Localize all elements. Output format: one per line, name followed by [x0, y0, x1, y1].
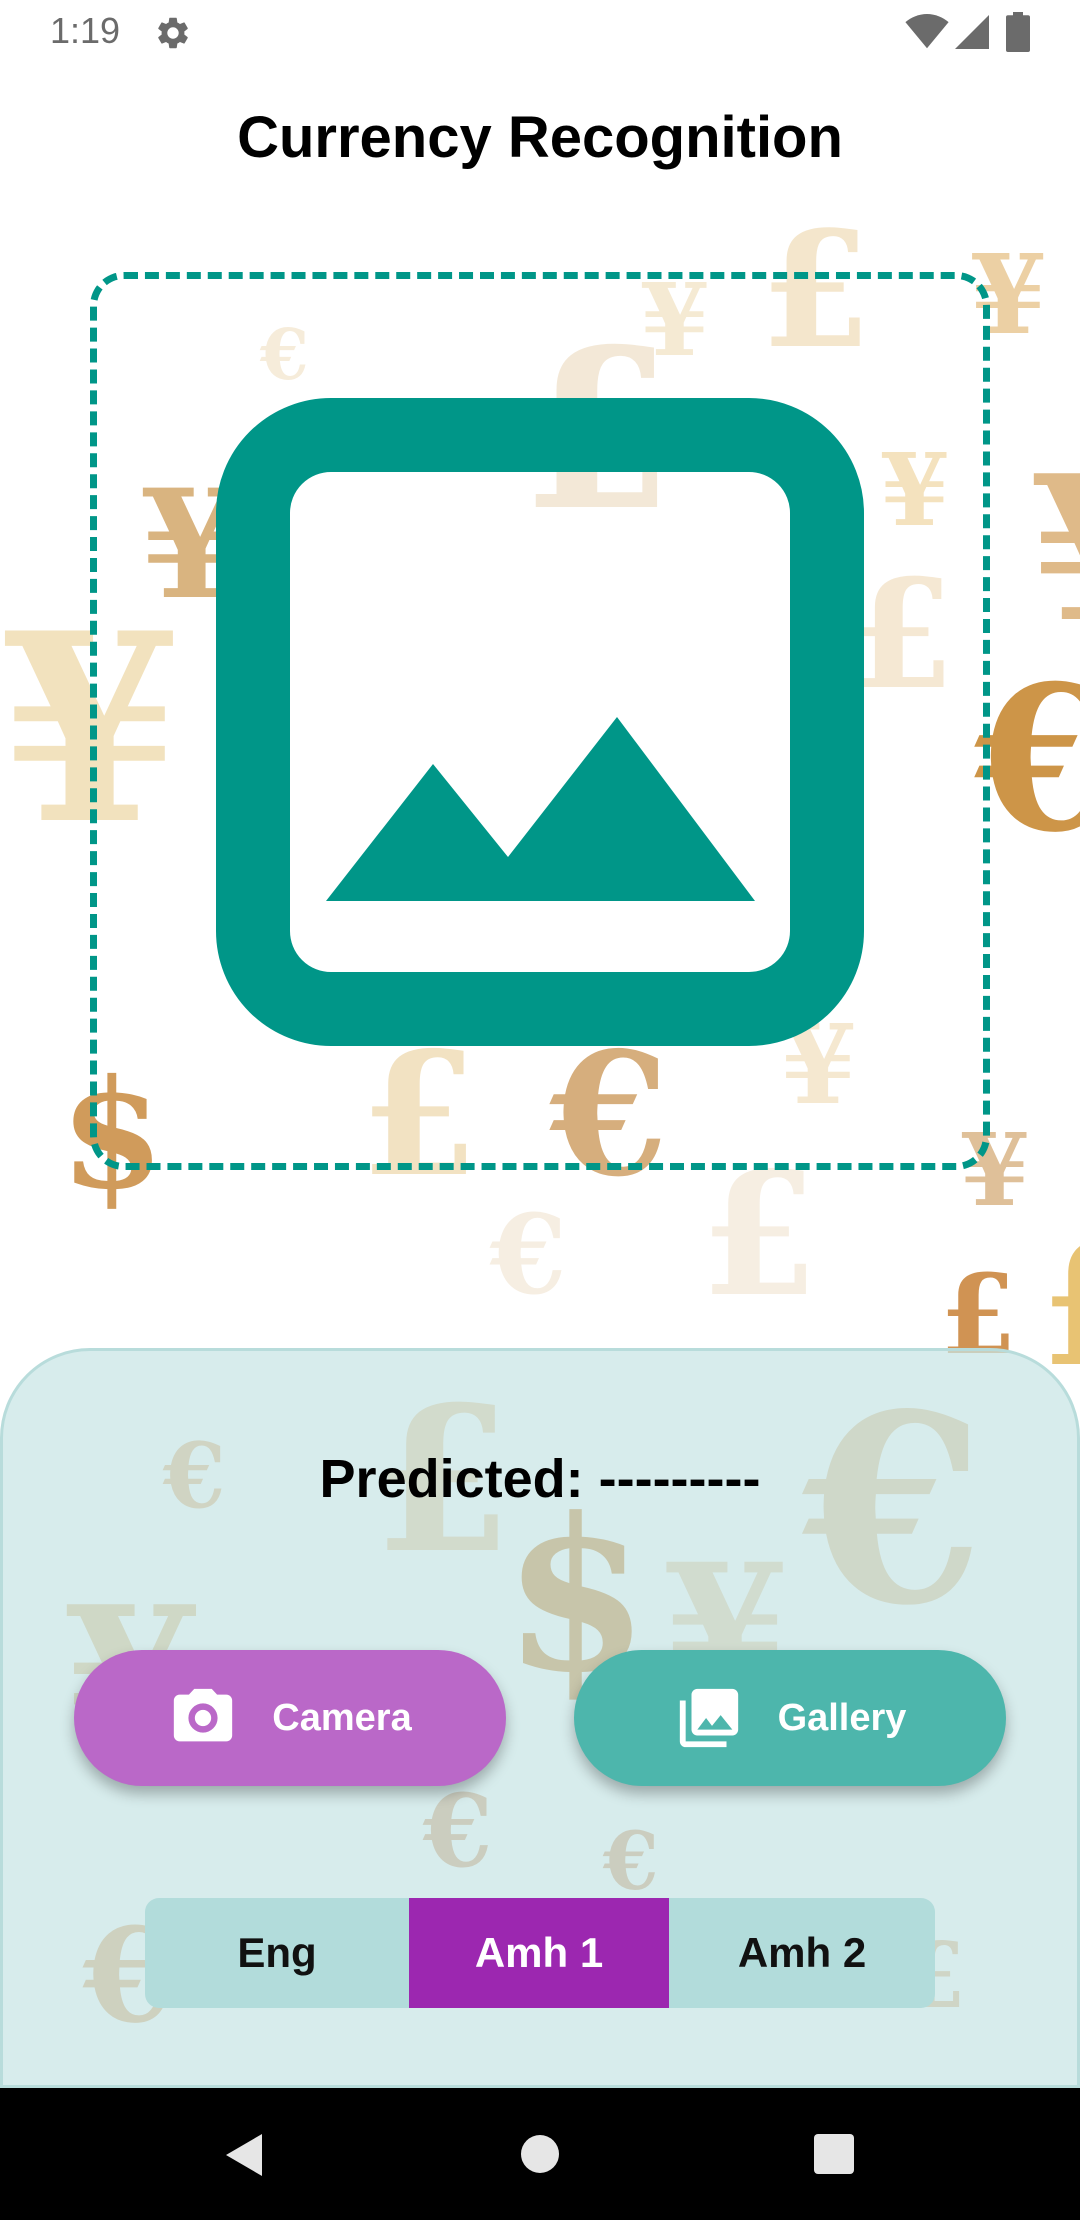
back-icon[interactable]	[222, 2132, 268, 2178]
prediction-result: Predicted: ---------	[0, 1448, 1080, 1510]
camera-button-label: Camera	[272, 1696, 412, 1739]
status-time: 1:19	[50, 10, 121, 51]
language-option-eng[interactable]: Eng	[145, 1898, 409, 2008]
photo-library-icon	[679, 1688, 738, 1748]
background-currency-symbol: £	[700, 1135, 819, 1335]
language-option-amh-2[interactable]: Amh 2	[669, 1898, 935, 2008]
language-toggle: Eng Amh 1 Amh 2	[145, 1898, 935, 2008]
app-title: Currency Recognition	[237, 105, 843, 170]
background-currency-symbol: €	[975, 642, 1080, 877]
prediction-label: Predicted:	[319, 1449, 584, 1509]
status-bar: 1:19	[0, 0, 1080, 66]
background-currency-symbol: £	[1040, 1220, 1080, 1390]
background-currency-symbol: ¥	[1030, 450, 1080, 650]
recents-icon[interactable]	[814, 2134, 854, 2174]
gallery-button[interactable]: Gallery	[574, 1650, 1006, 1786]
background-currency-symbol: €	[490, 1190, 567, 1319]
prediction-value: ---------	[598, 1449, 761, 1509]
background-currency-symbol: €	[603, 1814, 659, 1908]
gear-icon	[158, 17, 188, 49]
camera-button[interactable]: Camera	[74, 1650, 506, 1786]
battery-icon	[1006, 12, 1030, 52]
gallery-button-label: Gallery	[777, 1696, 907, 1739]
language-option-amh-1[interactable]: Amh 1	[409, 1898, 669, 2008]
background-currency-symbol: €	[803, 1358, 984, 1663]
camera-icon	[174, 1688, 233, 1742]
image-icon	[216, 398, 864, 1046]
screen: £ £ ¥ ¥ € ¥ ¥ ¥ £ € ¥ $ £ € ¥ ¥ £ £ € £ …	[0, 0, 1080, 2220]
signal-icon	[955, 15, 989, 49]
home-icon[interactable]	[520, 2134, 560, 2174]
background-currency-symbol: €	[423, 1772, 493, 1890]
wifi-icon	[905, 14, 949, 49]
navigation-bar	[0, 2088, 1080, 2220]
